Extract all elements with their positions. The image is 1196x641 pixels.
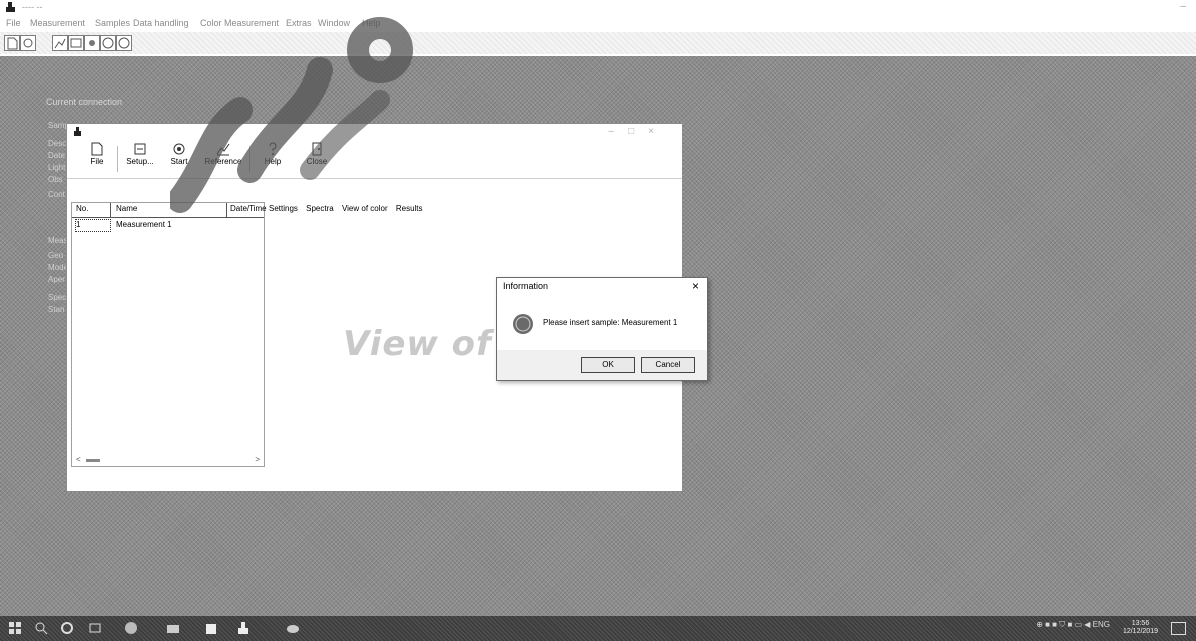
close-button-label: Close xyxy=(306,157,328,166)
tab-spectra[interactable]: Spectra xyxy=(306,204,334,213)
menu-samples[interactable]: Samples xyxy=(95,18,130,28)
app-titlebar: ---- -- – xyxy=(0,0,1196,16)
file-explorer-icon[interactable] xyxy=(166,621,180,635)
information-icon xyxy=(513,314,533,334)
taskbar: ⊕ ■ ■ ⛉ ■ ▭ ◀ ENG 13:56 12/12/2019 xyxy=(0,616,1196,641)
menu-extras[interactable]: Extras xyxy=(286,18,312,28)
connection-caption: Current connection xyxy=(46,97,123,107)
search-icon[interactable] xyxy=(34,621,48,635)
inner-window-controls[interactable]: –□× xyxy=(609,126,668,137)
help-button[interactable]: Help xyxy=(261,142,285,166)
side-label: Date xyxy=(48,151,65,160)
help-button-label: Help xyxy=(264,157,282,166)
paint-icon[interactable] xyxy=(286,621,300,635)
side-label: Stan xyxy=(48,305,65,314)
settings-icon[interactable] xyxy=(20,35,36,51)
table-icon[interactable] xyxy=(68,35,84,51)
close-door-icon xyxy=(312,142,322,156)
view-tabs: Settings Spectra View of color Results xyxy=(269,204,429,213)
side-label: Spec xyxy=(48,293,67,302)
side-label: Desc xyxy=(48,139,67,148)
cancel-button[interactable]: Cancel xyxy=(641,357,695,373)
main-toolbar xyxy=(0,32,1196,54)
task-view-icon[interactable] xyxy=(88,621,102,635)
start-menu-icon[interactable] xyxy=(8,621,22,635)
app-taskbar-icon[interactable] xyxy=(236,621,250,635)
tab-settings[interactable]: Settings xyxy=(269,204,298,213)
dialog-footer: OK Cancel xyxy=(497,350,707,380)
measurement-window-titlebar: –□× xyxy=(67,124,682,142)
store-icon[interactable] xyxy=(204,621,218,635)
view-title: View of xyxy=(343,324,492,364)
row-name: Measurement 1 xyxy=(116,220,172,229)
help-icon[interactable] xyxy=(116,35,132,51)
menu-color-measurement[interactable]: Color Measurement xyxy=(200,18,279,28)
new-icon[interactable] xyxy=(4,35,20,51)
row-no: 1 xyxy=(75,219,111,232)
color-icon[interactable] xyxy=(84,35,100,51)
menu-help[interactable]: Help xyxy=(362,18,381,28)
side-label: Obs xyxy=(48,175,63,184)
dialog-title: Information xyxy=(503,281,549,291)
setup-icon xyxy=(134,143,146,155)
file-button[interactable]: File xyxy=(85,142,109,166)
horizontal-scrollbar[interactable]: < > xyxy=(72,454,264,466)
side-label: Aper xyxy=(48,275,65,284)
reference-icon xyxy=(216,143,230,156)
reference-button-label: Reference xyxy=(204,157,242,166)
clock-time: 13:56 xyxy=(1131,620,1150,627)
side-label: Geo xyxy=(48,251,64,260)
close-button[interactable]: Close xyxy=(305,142,329,166)
ok-button[interactable]: OK xyxy=(581,357,635,373)
window-controls[interactable]: – xyxy=(1180,1,1186,12)
menu-data-handling[interactable]: Data handling xyxy=(133,18,189,28)
app-title: ---- -- xyxy=(22,2,43,12)
reference-button[interactable]: Reference xyxy=(203,142,243,166)
measurement-list: No. Name Date/Time 1 Measurement 1 < > xyxy=(71,202,267,467)
system-tray[interactable]: ⊕ ■ ■ ⛉ ■ ▭ ◀ ENG xyxy=(1036,620,1110,630)
info-icon[interactable] xyxy=(100,35,116,51)
start-icon xyxy=(173,143,185,155)
menu-measurement[interactable]: Measurement xyxy=(30,18,85,28)
scroll-right-icon[interactable]: > xyxy=(255,455,260,464)
tab-view-of-color[interactable]: View of color xyxy=(342,204,388,213)
information-dialog: Information × Please insert sample: Meas… xyxy=(496,277,708,381)
file-button-label: File xyxy=(90,157,104,166)
dialog-close-icon[interactable]: × xyxy=(692,279,699,293)
side-label: Meas xyxy=(48,236,68,245)
start-button[interactable]: Start xyxy=(165,142,193,166)
app-logo-icon xyxy=(6,2,15,12)
chart-icon[interactable] xyxy=(52,35,68,51)
side-label: Cont xyxy=(48,190,65,199)
column-header-no[interactable]: No. xyxy=(76,204,88,213)
clock[interactable]: 13:56 12/12/2019 xyxy=(1123,620,1158,636)
clock-date: 12/12/2019 xyxy=(1122,628,1158,635)
menu-file[interactable]: File xyxy=(6,18,21,28)
language-indicator[interactable]: ENG xyxy=(1093,620,1110,629)
scroll-thumb[interactable] xyxy=(86,459,100,462)
column-header-name[interactable]: Name xyxy=(116,204,137,213)
menubar: File Measurement Samples Data handling C… xyxy=(0,16,1196,32)
column-header-datetime[interactable]: Date/Time xyxy=(230,204,267,213)
cortana-icon[interactable] xyxy=(60,621,74,635)
side-label: Light xyxy=(48,163,66,172)
start-button-label: Start xyxy=(170,157,188,166)
tab-results[interactable]: Results xyxy=(396,204,423,213)
notification-icon[interactable] xyxy=(1171,622,1186,635)
measurement-toolbar: File Setup... Start Reference Help Close xyxy=(67,142,682,179)
setup-button[interactable]: Setup... xyxy=(123,142,157,166)
side-label: Mode xyxy=(48,263,69,272)
help-icon xyxy=(269,142,277,155)
table-row[interactable]: 1 Measurement 1 xyxy=(72,219,264,232)
browser-icon[interactable] xyxy=(124,621,138,635)
dialog-message: Please insert sample: Measurement 1 xyxy=(543,318,678,327)
list-header: No. Name Date/Time xyxy=(72,203,267,218)
file-icon xyxy=(91,142,103,156)
scroll-left-icon[interactable]: < xyxy=(76,455,81,464)
setup-button-label: Setup... xyxy=(126,157,154,166)
menu-window[interactable]: Window xyxy=(318,18,350,28)
app-logo-icon xyxy=(74,127,81,136)
